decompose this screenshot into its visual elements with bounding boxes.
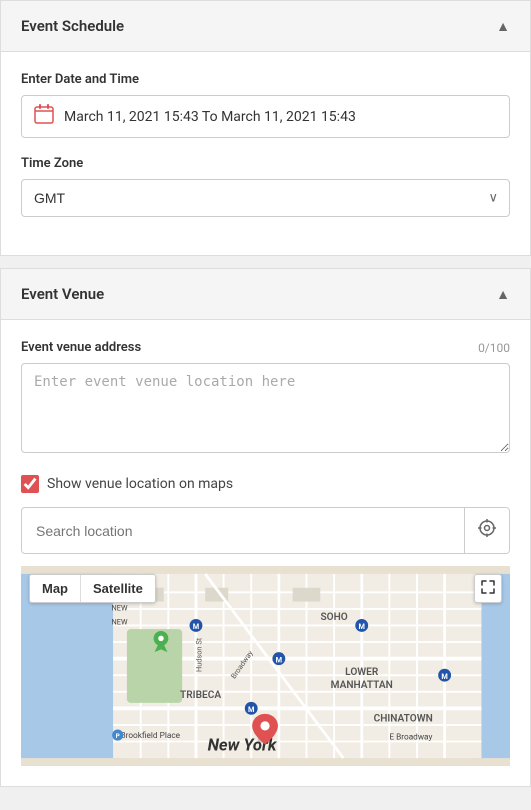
svg-text:P: P	[116, 732, 120, 740]
event-schedule-body: Enter Date and Time March 11, 2021 15:43…	[1, 52, 530, 255]
timezone-select-wrapper: GMT UTC EST PST ∨	[21, 179, 510, 217]
event-venue-section: Event Venue ▲ Event venue address 0/100 …	[0, 268, 531, 787]
svg-text:LOWER: LOWER	[345, 667, 379, 678]
svg-text:E Broadway: E Broadway	[389, 733, 432, 743]
map-tab-map[interactable]: Map	[30, 575, 80, 602]
map-container: M M M M M SOHO LOWER MANHATTAN TRIBECA C…	[21, 566, 510, 766]
event-schedule-section: Event Schedule ▲ Enter Date and Time Mar…	[0, 0, 531, 256]
svg-text:Brookfield Place: Brookfield Place	[120, 731, 180, 741]
calendar-icon	[34, 104, 54, 129]
svg-text:MANHATTAN: MANHATTAN	[331, 680, 393, 691]
timezone-field: Time Zone GMT UTC EST PST ∨	[21, 156, 510, 217]
svg-text:M: M	[276, 655, 282, 664]
event-venue-title: Event Venue	[21, 285, 104, 303]
event-venue-body: Event venue address 0/100 Show venue loc…	[1, 320, 530, 786]
svg-text:NEW: NEW	[112, 604, 128, 613]
svg-text:NEW: NEW	[112, 618, 128, 627]
date-input-row[interactable]: March 11, 2021 15:43 To March 11, 2021 1…	[21, 95, 510, 138]
map-tab-satellite[interactable]: Satellite	[80, 575, 155, 602]
timezone-label: Time Zone	[21, 156, 510, 171]
svg-text:M: M	[441, 672, 447, 681]
event-schedule-header[interactable]: Event Schedule ▲	[1, 1, 530, 52]
date-time-label: Enter Date and Time	[21, 72, 510, 87]
date-time-field: Enter Date and Time March 11, 2021 15:43…	[21, 72, 510, 138]
svg-text:TRIBECA: TRIBECA	[180, 690, 221, 701]
char-count: 0/100	[478, 341, 510, 355]
timezone-select[interactable]: GMT UTC EST PST	[21, 179, 510, 217]
venue-address-textarea[interactable]	[21, 363, 510, 453]
show-on-map-label: Show venue location on maps	[47, 476, 233, 492]
venue-address-field: Event venue address 0/100	[21, 340, 510, 457]
event-venue-header[interactable]: Event Venue ▲	[1, 269, 530, 320]
event-venue-chevron: ▲	[496, 286, 510, 303]
target-icon	[477, 518, 497, 543]
svg-text:M: M	[248, 705, 254, 714]
fullscreen-icon	[481, 580, 495, 594]
svg-text:M: M	[193, 622, 199, 631]
date-time-value: March 11, 2021 15:43 To March 11, 2021 1…	[64, 109, 356, 125]
svg-text:SOHO: SOHO	[320, 612, 347, 623]
event-schedule-chevron: ▲	[496, 18, 510, 35]
location-target-button[interactable]	[464, 508, 509, 553]
svg-text:M: M	[359, 622, 365, 631]
venue-address-label-row: Event venue address 0/100	[21, 340, 510, 355]
event-schedule-title: Event Schedule	[21, 17, 124, 35]
search-location-input[interactable]	[22, 513, 464, 549]
search-location-row	[21, 507, 510, 554]
map-controls: Map Satellite	[29, 574, 156, 603]
svg-text:Hudson St: Hudson St	[194, 637, 203, 672]
map-fullscreen-button[interactable]	[474, 574, 502, 603]
show-on-map-checkbox[interactable]	[21, 475, 39, 493]
venue-address-label: Event venue address	[21, 340, 141, 355]
show-on-map-row: Show venue location on maps	[21, 475, 510, 493]
svg-text:CHINATOWN: CHINATOWN	[374, 713, 433, 724]
